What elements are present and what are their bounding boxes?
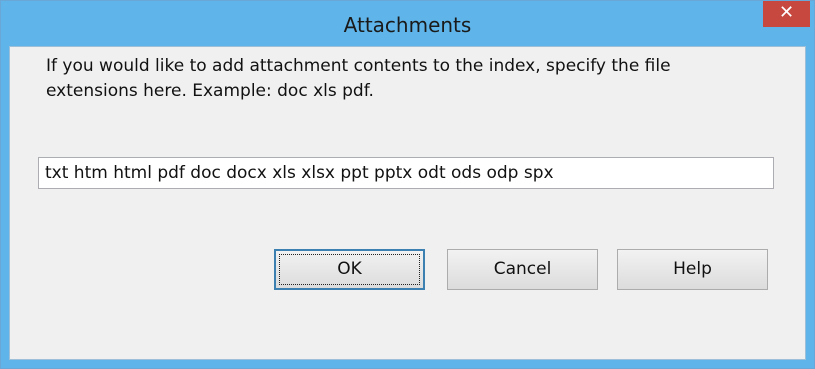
title-bar[interactable]: Attachments ✕ (1, 1, 814, 46)
close-icon: ✕ (778, 2, 795, 23)
ok-button[interactable]: OK (274, 249, 425, 290)
attachments-dialog: Attachments ✕ If you would like to add a… (0, 0, 815, 369)
file-extensions-input[interactable] (38, 157, 774, 189)
help-button-label: Help (673, 259, 712, 279)
focus-rectangle (279, 254, 420, 285)
cancel-button-label: Cancel (493, 259, 552, 279)
dialog-title: Attachments (343, 13, 472, 37)
instructions-text: If you would like to add attachment cont… (46, 56, 671, 101)
help-button[interactable]: Help (617, 249, 768, 290)
cancel-button[interactable]: Cancel (447, 249, 598, 290)
close-button[interactable]: ✕ (763, 1, 810, 27)
